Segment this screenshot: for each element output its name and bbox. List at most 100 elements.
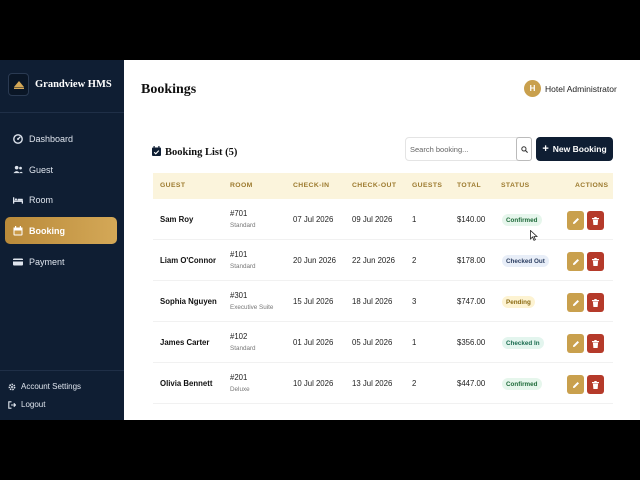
booking-list-title: Booking List (5) <box>165 146 238 158</box>
user-menu[interactable]: H Hotel Administrator <box>524 80 617 97</box>
trash-icon <box>592 339 599 348</box>
sidebar-item-room[interactable]: Room <box>5 186 117 213</box>
app-window: Grandview HMS Dashboard Guest Room Booki… <box>0 60 640 420</box>
hotel-logo-icon <box>8 73 29 96</box>
column-header-guests[interactable]: GUESTS <box>412 182 442 189</box>
calendar-check-icon <box>152 143 161 161</box>
new-booking-label: New Booking <box>552 144 607 154</box>
check-in-date: 01 Jul 2026 <box>293 338 334 347</box>
sidebar-item-booking[interactable]: Booking <box>5 217 117 244</box>
sidebar-item-label: Dashboard <box>29 133 74 144</box>
room-number: #701 <box>230 209 248 218</box>
table-row: Sophia Nguyen #301 Executive Suite 15 Ju… <box>153 281 613 322</box>
column-header-actions: ACTIONS <box>575 182 609 189</box>
sidebar-item-label: Room <box>29 194 54 205</box>
divider <box>0 112 124 113</box>
users-icon <box>13 165 23 175</box>
credit-card-icon <box>13 257 23 267</box>
column-header-total[interactable]: TOTAL <box>457 182 481 189</box>
check-out-date: 22 Jun 2026 <box>352 256 395 265</box>
pencil-icon <box>572 258 579 265</box>
dashboard-icon <box>13 133 23 144</box>
delete-button[interactable] <box>587 375 604 394</box>
table-row: James Carter #102 Standard 01 Jul 2026 0… <box>153 322 613 363</box>
column-header-check-in[interactable]: CHECK-IN <box>293 182 329 189</box>
sidebar-item-dashboard[interactable]: Dashboard <box>5 125 117 152</box>
status-badge: Checked In <box>502 337 544 349</box>
logout-label: Logout <box>21 400 46 409</box>
total-amount: $140.00 <box>457 215 486 224</box>
pencil-icon <box>572 340 579 347</box>
check-in-date: 10 Jul 2026 <box>293 379 334 388</box>
guest-name: James Carter <box>160 338 210 347</box>
check-in-date: 07 Jul 2026 <box>293 215 334 224</box>
total-amount: $356.00 <box>457 338 486 347</box>
check-in-date: 15 Jul 2026 <box>293 297 334 306</box>
new-booking-button[interactable]: + New Booking <box>536 137 613 161</box>
brand[interactable]: Grandview HMS <box>8 73 112 96</box>
gear-icon <box>8 383 16 391</box>
room-type: Standard <box>230 263 256 270</box>
status-badge: Pending <box>502 296 535 308</box>
guest-count: 2 <box>412 256 417 265</box>
guest-count: 1 <box>412 215 417 224</box>
search-button[interactable] <box>516 137 532 161</box>
trash-icon <box>592 216 599 225</box>
column-header-room[interactable]: ROOM <box>230 182 253 189</box>
room-number: #101 <box>230 250 248 259</box>
guest-count: 3 <box>412 297 417 306</box>
delete-button[interactable] <box>587 334 604 353</box>
check-out-date: 05 Jul 2026 <box>352 338 393 347</box>
trash-icon <box>592 298 599 307</box>
guest-count: 1 <box>412 338 417 347</box>
check-out-date: 18 Jul 2026 <box>352 297 393 306</box>
page-title: Bookings <box>141 82 197 97</box>
column-header-guest[interactable]: GUEST <box>160 182 185 189</box>
mouse-cursor-icon <box>530 230 538 241</box>
logout-link[interactable]: Logout <box>8 400 45 409</box>
status-badge: Confirmed <box>502 214 542 226</box>
column-header-status[interactable]: STATUS <box>501 182 530 189</box>
edit-button[interactable] <box>567 375 584 394</box>
column-header-check-out[interactable]: CHECK-OUT <box>352 182 396 189</box>
plus-icon: + <box>542 143 549 155</box>
search-box <box>405 137 532 161</box>
search-input[interactable] <box>410 143 514 156</box>
check-out-date: 09 Jul 2026 <box>352 215 393 224</box>
guest-count: 2 <box>412 379 417 388</box>
room-number: #201 <box>230 373 248 382</box>
room-type: Deluxe <box>230 386 250 393</box>
account-settings-link[interactable]: Account Settings <box>8 382 81 391</box>
edit-button[interactable] <box>567 252 584 271</box>
total-amount: $747.00 <box>457 297 486 306</box>
sidebar-item-label: Booking <box>29 225 65 236</box>
edit-button[interactable] <box>567 334 584 353</box>
trash-icon <box>592 380 599 389</box>
delete-button[interactable] <box>587 293 604 312</box>
guest-name: Olivia Bennett <box>160 379 213 388</box>
pencil-icon <box>572 217 579 224</box>
logout-icon <box>8 400 16 409</box>
sidebar: Grandview HMS Dashboard Guest Room Booki… <box>0 60 124 420</box>
user-name: Hotel Administrator <box>545 83 617 94</box>
table-row: Sam Roy #701 Standard 07 Jul 2026 09 Jul… <box>153 199 613 240</box>
account-settings-label: Account Settings <box>21 382 82 391</box>
trash-icon <box>592 257 599 266</box>
room-number: #301 <box>230 291 248 300</box>
status-badge: Confirmed <box>502 378 542 390</box>
room-type: Executive Suite <box>230 304 274 311</box>
sidebar-item-label: Payment <box>29 256 65 267</box>
edit-button[interactable] <box>567 293 584 312</box>
status-badge: Checked Out <box>502 255 549 267</box>
check-in-date: 20 Jun 2026 <box>293 256 336 265</box>
sidebar-item-guest[interactable]: Guest <box>5 156 117 183</box>
sidebar-item-payment[interactable]: Payment <box>5 248 117 275</box>
guest-name: Sam Roy <box>160 215 194 224</box>
booking-list-header: Booking List (5) <box>152 143 237 161</box>
calendar-icon <box>13 225 23 236</box>
table-row: Olivia Bennett #201 Deluxe 10 Jul 2026 1… <box>153 363 613 404</box>
edit-button[interactable] <box>567 211 584 230</box>
delete-button[interactable] <box>587 211 604 230</box>
delete-button[interactable] <box>587 252 604 271</box>
brand-name: Grandview HMS <box>35 79 112 90</box>
